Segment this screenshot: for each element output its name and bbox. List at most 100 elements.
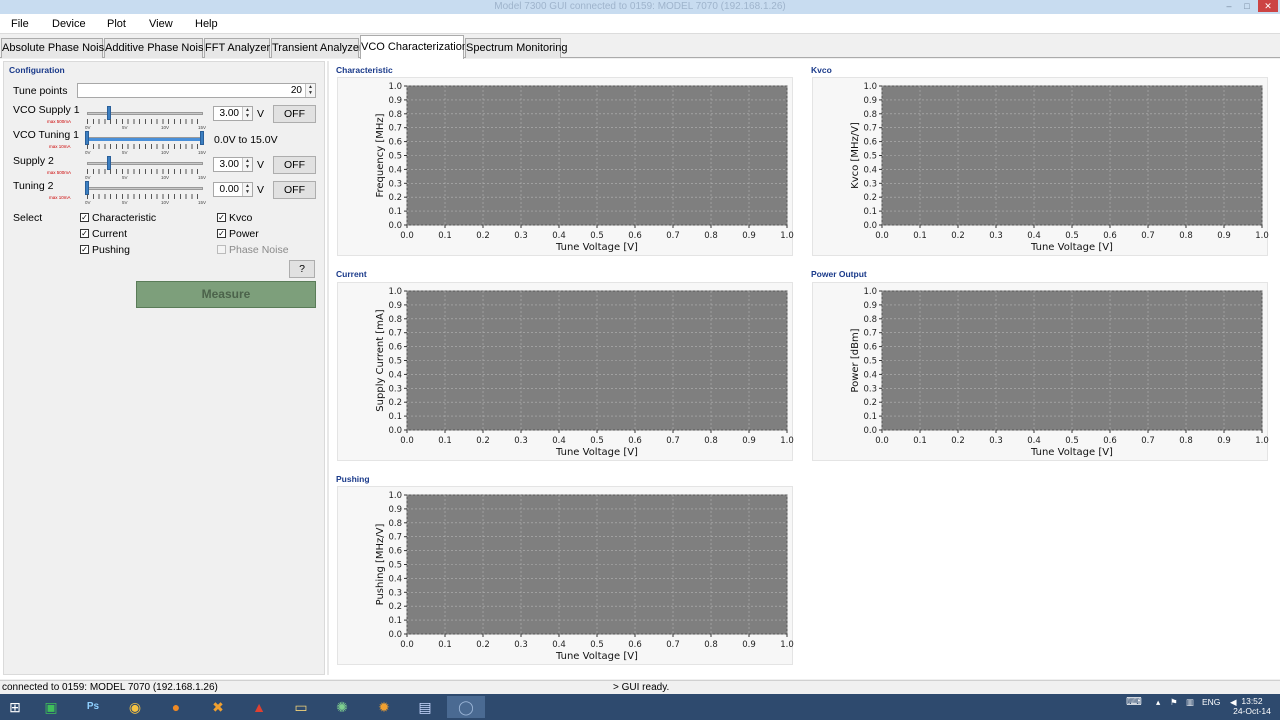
language-indicator[interactable]: ENG (1202, 698, 1220, 707)
tuning-2-spin-arrows[interactable]: ▲ ▼ (242, 183, 252, 196)
maximize-icon[interactable]: □ (1240, 0, 1254, 12)
x-tick-label: 0.1 (913, 231, 927, 241)
excel-icon[interactable]: ▣ (32, 696, 70, 718)
y-tick-label: 1.0 (863, 82, 877, 92)
measure-button[interactable]: Measure (136, 281, 316, 308)
power-output-chart[interactable]: 0.0 0.1 0.2 0.3 0.4 0.5 0.6 0.7 0.8 0.9 1.0 0.0 0.1 0… (813, 283, 1269, 462)
x-tick-label: 0.9 (742, 436, 756, 446)
y-tick-label: 0.3 (388, 588, 402, 598)
network-icon[interactable]: ✺ (323, 696, 361, 718)
x-tick-label: 1.0 (1255, 436, 1269, 446)
x-tick-label: 0.4 (1027, 231, 1041, 241)
x-tick-label: 0.7 (1141, 436, 1155, 446)
tuning-2-toggle-button[interactable]: OFF (273, 181, 316, 199)
y-axis-label: Supply Current [mA] (375, 309, 386, 411)
tab-transient-analyzer[interactable]: Transient Analyzer (271, 38, 363, 58)
power-checkbox[interactable]: ✓ (217, 229, 226, 238)
menu-plot[interactable]: Plot (107, 14, 126, 34)
y-tick-label: 0.6 (863, 138, 877, 148)
tab-spectrum-monitoring[interactable]: Spectrum Monitoring (465, 38, 568, 58)
x-tick-label: 0.2 (951, 231, 965, 241)
current-checkbox[interactable]: ✓ (80, 229, 89, 238)
x-tick-label: 0.7 (666, 231, 680, 241)
current-chart[interactable]: 0.0 0.1 0.2 0.3 0.4 0.5 0.6 0.7 0.8 0.9 1.0 0.0 0.1 0… (338, 283, 794, 462)
x-tick-label: 0.1 (438, 640, 452, 650)
x-tick-label: 0.1 (438, 231, 452, 241)
network-tray-icon[interactable]: ▥ (1186, 698, 1194, 707)
minimize-icon[interactable]: – (1222, 0, 1236, 12)
vco-tuning-1-high-thumb[interactable] (200, 131, 204, 145)
tuning-2-slider[interactable] (87, 187, 203, 190)
chrome-icon[interactable]: ◉ (116, 696, 154, 718)
supply-2-toggle-button[interactable]: OFF (273, 156, 316, 174)
characteristic-chart[interactable]: 0.0 0.1 0.2 0.3 0.4 0.5 0.6 0.7 0.8 0.9 1.0 0.0 0.1 0… (338, 78, 794, 257)
menu-file[interactable]: File (11, 14, 29, 34)
y-tick-label: 0.5 (863, 357, 877, 367)
vco-supply-1-max-note: max 500mA (47, 119, 72, 124)
kvco-checkbox[interactable]: ✓ (217, 213, 226, 222)
menu-device[interactable]: Device (52, 14, 86, 34)
tray-expand-icon[interactable]: ▴ (1156, 698, 1160, 707)
file-explorer-icon[interactable]: ▭ (282, 696, 320, 718)
slider-tick-label: 0V (85, 175, 91, 180)
menu-help[interactable]: Help (195, 14, 218, 34)
supply-2-spin-arrows[interactable]: ▲ ▼ (242, 158, 252, 171)
clock-date[interactable]: 24-Oct-14 (1232, 707, 1272, 716)
help-button[interactable]: ? (289, 260, 315, 278)
kvco-chart[interactable]: 0.0 0.1 0.2 0.3 0.4 0.5 0.6 0.7 0.8 0.9 1.0 0.0 0.1 0… (813, 78, 1269, 257)
vco-supply-1-toggle-button[interactable]: OFF (273, 105, 316, 123)
firefox-icon[interactable]: ● (157, 696, 195, 718)
settings-icon[interactable]: ✹ (365, 696, 403, 718)
x-axis-label: Tune Voltage [V] (555, 651, 638, 662)
vco-supply-1-value: 3.00 (219, 108, 239, 119)
x-tick-label: 0.5 (590, 231, 604, 241)
x-tick-label: 0.3 (989, 231, 1003, 241)
supply-2-voltage-input[interactable]: 3.00 ▲ ▼ (213, 157, 253, 172)
floppy-icon[interactable]: ▤ (406, 696, 444, 718)
x-axis-label: Tune Voltage [V] (1030, 242, 1113, 253)
x-tick-label: 0.2 (476, 231, 490, 241)
x-tick-label: 0.2 (951, 436, 965, 446)
menu-view[interactable]: View (149, 14, 173, 34)
tune-points-spin-arrows[interactable]: ▲ ▼ (305, 84, 315, 97)
tab-additive-phase-noise[interactable]: Additive Phase Noise (104, 38, 210, 58)
phase-noise-checkbox[interactable] (217, 245, 226, 254)
vco-supply-1-slider[interactable] (87, 112, 203, 115)
vco-supply-1-slider-thumb[interactable] (107, 106, 111, 120)
tune-points-label: Tune points (13, 85, 68, 97)
y-tick-label: 0.0 (388, 426, 402, 436)
vco-tuning-1-low-thumb[interactable] (85, 131, 89, 145)
action-center-icon[interactable]: ⚑ (1170, 698, 1178, 707)
clock-time[interactable]: 13:52 (1240, 697, 1264, 706)
slider-tick-label: 5V (122, 125, 128, 130)
tab-absolute-phase-noise[interactable]: Absolute Phase Noise (1, 38, 110, 58)
vco-supply-1-spin-arrows[interactable]: ▲ ▼ (242, 107, 252, 120)
vco-supply-1-slider-ticks (87, 119, 203, 124)
x-tick-label: 0.7 (666, 436, 680, 446)
tune-points-input[interactable]: 20 ▲ ▼ (77, 83, 316, 98)
x-tick-label: 0.9 (1217, 436, 1231, 446)
tab-fft-analyzer[interactable]: FFT Analyzer (204, 38, 270, 58)
tab-vco-characterization[interactable]: VCO Characterization (360, 35, 468, 59)
characteristic-checkbox[interactable]: ✓ (80, 213, 89, 222)
x-tick-label: 0.9 (742, 640, 756, 650)
vco-supply-1-voltage-input[interactable]: 3.00 ▲ ▼ (213, 106, 253, 121)
vco-tuning-1-max-note: max 10mA (49, 144, 71, 149)
tuning-2-voltage-input[interactable]: 0.00 ▲ ▼ (213, 182, 253, 197)
keyboard-icon[interactable]: ⌨ (1126, 697, 1142, 708)
windows-start-icon[interactable]: ⊞ (0, 696, 34, 718)
app-icon[interactable]: ◯ (447, 696, 485, 718)
tuning-2-slider-thumb[interactable] (85, 181, 89, 195)
photoshop-icon[interactable]: Ps (74, 696, 112, 718)
panel-splitter[interactable] (327, 61, 329, 675)
supply-2-slider[interactable] (87, 162, 203, 165)
xampp-icon[interactable]: ✖ (199, 696, 237, 718)
y-tick-label: 0.1 (863, 207, 877, 217)
pushing-checkbox[interactable]: ✓ (80, 245, 89, 254)
close-icon[interactable]: ✕ (1258, 0, 1278, 12)
filezilla-icon[interactable]: ▲ (240, 696, 278, 718)
pushing-chart[interactable]: 0.0 0.1 0.2 0.3 0.4 0.5 0.6 0.7 0.8 0.9 1.0 0.0 0.1 0… (338, 487, 794, 666)
supply-2-slider-thumb[interactable] (107, 156, 111, 170)
slider-tick-label: 10V (161, 125, 170, 130)
connection-status: connected to 0159: MODEL 7070 (192.168.1… (2, 682, 218, 693)
